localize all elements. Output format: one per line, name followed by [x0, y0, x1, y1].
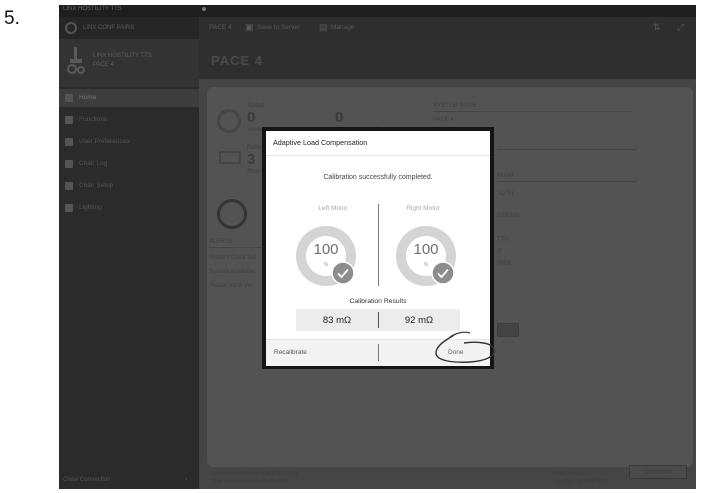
right-label-4: TTH — [497, 237, 509, 243]
dialog-footer: Recalibrate Done — [266, 339, 490, 366]
toolbar-chair[interactable]: PACE 4 — [209, 24, 232, 31]
speed-value: 0 — [247, 109, 256, 126]
calibration-results: 83 mΩ 92 mΩ — [296, 309, 460, 331]
divider-line — [497, 181, 637, 182]
dialog-message: Calibration successfully completed. — [323, 174, 433, 181]
page-header: PACE 4 — [199, 39, 696, 79]
motor-divider — [378, 204, 379, 286]
alerts-label: ALERTS — [209, 239, 233, 245]
sidebar-item-home[interactable]: Home — [59, 89, 199, 107]
alert-row: Please Input Ver — [209, 283, 254, 289]
speedometer-icon — [217, 109, 241, 133]
recalibrate-button[interactable]: Recalibrate — [274, 349, 307, 356]
footer-left-2: Chair software version 04 04 0006 — [211, 479, 288, 485]
chevron-right-icon: › — [185, 476, 188, 483]
divider-line — [497, 149, 637, 150]
right-motor-gauge: 100 % — [395, 225, 457, 287]
home-icon — [65, 94, 73, 102]
wheelchair-icon — [67, 47, 85, 74]
done-button[interactable]: Done — [448, 349, 464, 356]
footer-left-1: Connected to 4W rear PREPORT 2021 — [211, 471, 298, 477]
system-value: PACE 4 — [433, 117, 454, 123]
sidebar-item-label: User Preferences — [79, 138, 130, 145]
step-number: 5. — [4, 8, 20, 29]
dialog-titlebar: Adaptive Load Compensation — [266, 131, 490, 156]
sidebar-item-label: Lighting — [79, 204, 102, 211]
save-icon: ▣ — [245, 22, 254, 32]
right-label-6: PWR — [497, 261, 511, 267]
alerts-underline — [209, 247, 269, 248]
manage-icon: ▤ — [319, 22, 328, 32]
left-motor-label: Left Motor — [318, 205, 348, 212]
device-text: LINX CONF PAIRS — [83, 25, 135, 31]
dialog-title: Adaptive Load Compensation — [273, 138, 368, 147]
page-title: PACE 4 — [211, 53, 263, 68]
window-dot-icon — [202, 7, 206, 11]
sync-icon[interactable]: ⇅ — [653, 22, 663, 32]
system-underline — [433, 111, 633, 112]
chair-model: PACE 4 — [93, 62, 114, 68]
close-connection-link[interactable]: Close Connection — [63, 477, 110, 483]
right-motor-label: Right Motor — [406, 205, 440, 212]
sidebar-item-label: Functions — [79, 116, 108, 123]
sidebar-item-chair-log[interactable]: Chair Log — [59, 155, 199, 173]
device-row[interactable]: LINX CONF PAIRS — [59, 17, 199, 40]
sidebar-nav: Home Functions User Preferences Chair Lo… — [59, 89, 199, 221]
gear-icon — [65, 22, 77, 34]
alert-row: System Available — [209, 269, 255, 275]
battery-icon — [219, 151, 241, 164]
left-motor-value: 100 — [313, 241, 339, 258]
second-value: 0 — [335, 109, 344, 126]
manage-button[interactable]: Manage — [331, 24, 355, 31]
window-titlebar: LINX HOSTILITY TTS — [59, 5, 696, 17]
synchronize-button[interactable]: Synchronize — [629, 465, 687, 479]
footer-right-1: LINX Certified — [553, 471, 585, 477]
chair-setup-icon — [65, 182, 73, 190]
right-label-5: IF — [497, 249, 503, 255]
alert-row: System Clock Set — [209, 255, 257, 261]
expand-icon[interactable]: ⤢ — [677, 22, 687, 32]
sidebar-item-chair-setup[interactable]: Chair Setup — [59, 177, 199, 195]
chair-log-icon — [65, 160, 73, 168]
battery-value: 3 — [247, 151, 256, 168]
right-label-3: STRING — [497, 213, 520, 219]
footer-divider — [378, 344, 379, 361]
calibration-results-title: Calibration Results — [349, 298, 407, 305]
functions-icon — [65, 116, 73, 124]
sidebar-item-functions[interactable]: Functions — [59, 111, 199, 129]
sidebar-item-label: Chair Setup — [79, 182, 114, 189]
left-result-value: 83 mΩ — [322, 315, 352, 326]
status-check-icon — [217, 199, 247, 229]
chair-name: LINX HOSTILITY TTS — [93, 53, 152, 59]
right-label-1: Model — [497, 173, 514, 179]
toolbar: PACE 4 ▣ Save to Server ▤ Manage ⇅ ⤢ — [199, 17, 696, 39]
sidebar-item-label: Chair Log — [79, 160, 108, 167]
sidebar-item-user-preferences[interactable]: User Preferences — [59, 133, 199, 151]
right-label-2: TOTH — [497, 191, 514, 197]
calibration-dialog: Adaptive Load Compensation Calibration s… — [266, 131, 490, 366]
right-motor-value: 100 — [413, 241, 439, 258]
right-result-value: 92 mΩ — [404, 315, 434, 326]
user-preferences-icon — [65, 138, 73, 146]
sidebar: LINX CONF PAIRS LINX HOSTILITY TTS PACE … — [59, 17, 199, 489]
background-button — [497, 323, 519, 337]
system-label: SYSTEM NAME — [433, 103, 477, 109]
sidebar-item-lighting[interactable]: Lighting — [59, 199, 199, 217]
save-to-server-button[interactable]: Save to Server — [257, 24, 300, 31]
lighting-icon — [65, 204, 73, 212]
check-icon — [431, 261, 455, 285]
app-title: LINX HOSTILITY TTS — [63, 6, 122, 12]
check-icon — [331, 261, 355, 285]
chair-info: LINX HOSTILITY TTS PACE 4 — [59, 39, 199, 87]
left-motor-gauge: 100 % — [295, 225, 357, 287]
sidebar-item-label: Home — [79, 94, 97, 101]
footer-right-2: Last Sync 04 14/04 2021 — [553, 479, 609, 485]
battery-sub: Stop on — [247, 169, 268, 175]
